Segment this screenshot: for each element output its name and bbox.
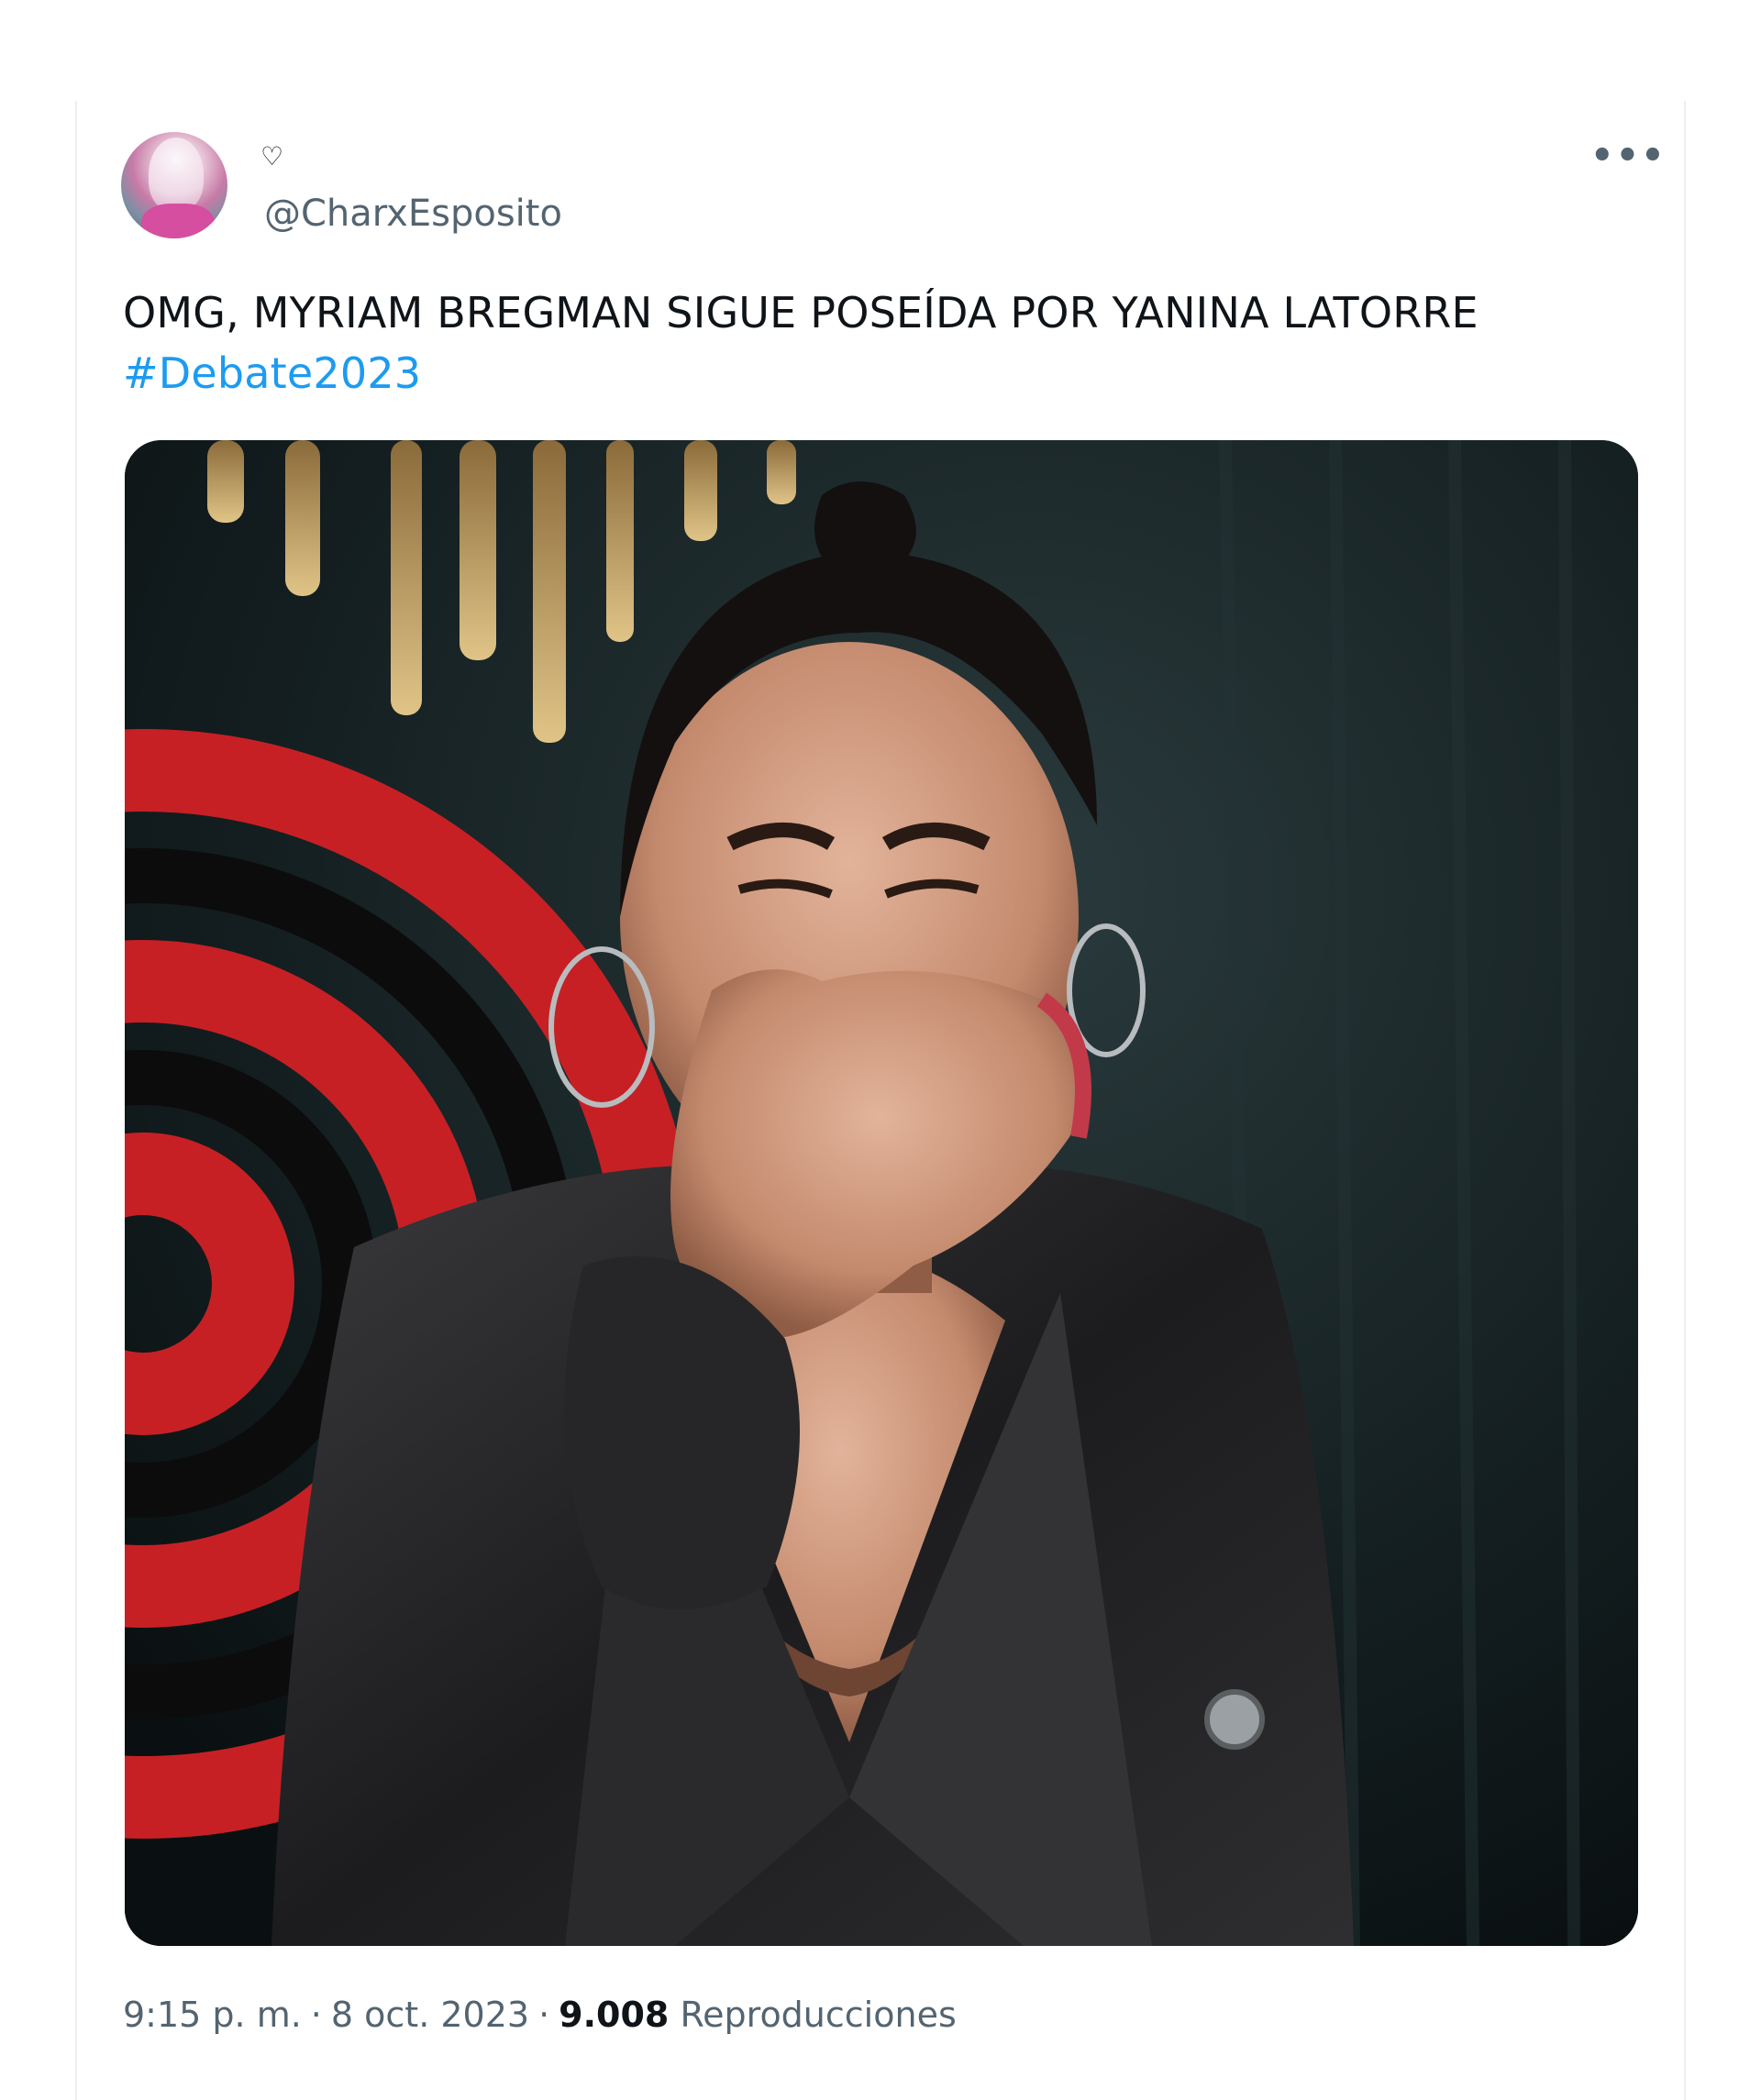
user-handle[interactable]: @CharxEsposito (264, 193, 562, 235)
more-options-icon[interactable]: ••• (1590, 138, 1667, 174)
tweet-text: OMG, MYRIAM BREGMAN SIGUE POSEÍDA POR YA… (123, 288, 1479, 337)
tweet-time[interactable]: 9:15 p. m. (123, 1995, 302, 2035)
views-label: Reproducciones (680, 1995, 957, 2035)
tweet-card[interactable]: ♡ @CharxEsposito ••• OMG, MYRIAM BREGMAN… (75, 101, 1686, 2100)
tweet-date[interactable]: 8 oct. 2023 (331, 1995, 529, 2035)
meta-separator: · (310, 1995, 322, 2035)
views-count: 9.008 (559, 1995, 670, 2035)
media-photo-illustration (125, 440, 1638, 1946)
tweet-media-image[interactable] (125, 440, 1638, 1946)
tweet-meta: 9:15 p. m. · 8 oct. 2023 · 9.008 Reproduccio… (123, 1995, 957, 2035)
avatar-hair-shape (149, 138, 204, 211)
avatar-dress-shape (141, 204, 215, 238)
tweet-body: OMG, MYRIAM BREGMAN SIGUE POSEÍDA POR YA… (123, 282, 1645, 403)
meta-separator: · (538, 1995, 550, 2035)
hashtag-link[interactable]: #Debate2023 (123, 343, 1645, 403)
heart-outline-icon: ♡ (260, 141, 284, 171)
user-avatar[interactable] (121, 132, 227, 238)
